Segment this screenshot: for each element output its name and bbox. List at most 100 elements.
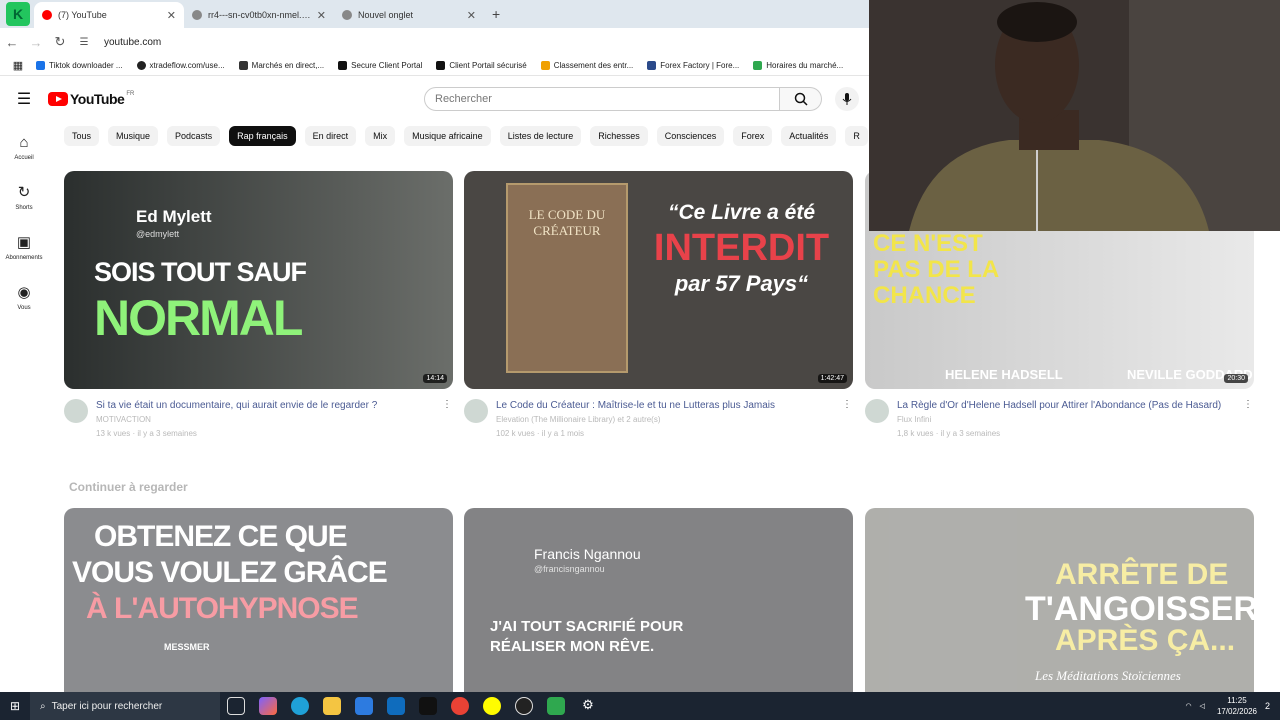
chip-r[interactable]: R (845, 126, 868, 146)
duration-badge: 20:30 (1224, 374, 1248, 383)
thumbnail-text: Ed Mylett (136, 207, 212, 226)
video-title[interactable]: Si ta vie était un documentaire, qui aur… (96, 399, 441, 413)
windows-start-icon[interactable]: ⊞ (0, 699, 30, 713)
notification-badge[interactable]: 2 (1265, 701, 1270, 711)
snapchat-icon[interactable] (483, 697, 501, 715)
thumbnail-text: ARRÊTE DE (1055, 558, 1229, 591)
edge-icon[interactable] (291, 697, 309, 715)
chip-forex[interactable]: Forex (733, 126, 773, 146)
video-card[interactable]: Francis Ngannou @francisngannou J'AI TOU… (464, 508, 853, 693)
search-button[interactable] (780, 87, 822, 111)
obs-icon[interactable] (515, 697, 533, 715)
url-field[interactable]: youtube.com (104, 37, 161, 48)
tiktok-icon[interactable] (419, 697, 437, 715)
sidebar-label: Abonnements (5, 255, 43, 261)
hamburger-menu-icon[interactable]: ☰ (0, 89, 48, 109)
sidebar-label: Shorts (15, 205, 33, 211)
search-icon: ⌕ (40, 700, 46, 712)
mini-sidebar: ⌂ Accueil ↻ Shorts ▣ Abonnements ◉ Vous (0, 122, 48, 322)
video-card[interactable]: ARRÊTE DE T'ANGOISSER APRÈS ÇA... Les Mé… (865, 508, 1254, 693)
home-icon: ⌂ (19, 133, 29, 151)
video-thumbnail[interactable]: LE CODE DU CRÉATEUR “Ce Livre a été INTE… (464, 171, 853, 389)
video-title[interactable]: La Règle d'Or d'Helene Hadsell pour Atti… (897, 399, 1242, 413)
store-icon[interactable] (355, 697, 373, 715)
video-thumbnail[interactable]: ARRÊTE DE T'ANGOISSER APRÈS ÇA... Les Mé… (865, 508, 1254, 693)
channel-name[interactable]: MOTIVACTION (96, 413, 441, 427)
chip-podcasts[interactable]: Podcasts (167, 126, 221, 146)
back-icon[interactable]: ← (0, 35, 24, 50)
channel-avatar[interactable] (464, 399, 488, 423)
thumbnail-text: NORMAL (94, 290, 303, 346)
close-tab-icon[interactable]: ✕ (317, 9, 326, 22)
video-card[interactable]: LE CODE DU CRÉATEUR “Ce Livre a été INTE… (464, 171, 853, 441)
forward-icon[interactable]: → (24, 35, 48, 50)
bookmark-icon (753, 61, 763, 70)
close-tab-icon[interactable]: ✕ (167, 9, 176, 22)
bookmark[interactable]: Forex Factory | Fore... (647, 61, 739, 70)
channel-name[interactable]: Flux Infini (897, 413, 1242, 427)
close-tab-icon[interactable]: ✕ (467, 9, 476, 22)
sidebar-item-home[interactable]: ⌂ Accueil (0, 122, 48, 172)
bookmark[interactable]: xtradeflow.com/use... (136, 61, 225, 70)
bookmark[interactable]: Secure Client Portal (338, 61, 422, 70)
system-tray: ◠ ◁ 11:25 17/02/2026 2 (1181, 695, 1280, 717)
settings-icon[interactable]: ⚙ (579, 697, 597, 715)
more-options-icon[interactable]: ⋮ (441, 399, 453, 441)
search-input[interactable]: Rechercher (424, 87, 780, 111)
camtasia-icon[interactable] (547, 697, 565, 715)
taskbar-search[interactable]: ⌕ Taper ici pour rechercher (30, 692, 220, 720)
task-view-icon[interactable] (227, 697, 245, 715)
sidebar-item-you[interactable]: ◉ Vous (0, 272, 48, 322)
new-tab-button[interactable]: + (492, 6, 500, 22)
chip-musique[interactable]: Musique (108, 126, 159, 146)
file-explorer-icon[interactable] (323, 697, 341, 715)
chip-richesses[interactable]: Richesses (590, 126, 648, 146)
tab-googlevideo[interactable]: rr4---sn-cv0tb0xn-nmel.googlevideo.com ✕ (184, 2, 334, 28)
logo-text: YouTube (70, 91, 125, 107)
more-options-icon[interactable]: ⋮ (1242, 399, 1254, 441)
wifi-icon[interactable]: ◠ (1185, 702, 1191, 710)
reload-icon[interactable]: ↻ (48, 34, 72, 50)
copilot-icon[interactable] (259, 697, 277, 715)
channel-avatar[interactable] (64, 399, 88, 423)
tab-youtube[interactable]: (7) YouTube ✕ (34, 2, 184, 28)
video-title[interactable]: Le Code du Créateur : Maîtrise-le et tu … (496, 399, 841, 413)
chip-tous[interactable]: Tous (64, 126, 100, 146)
video-stats: 102 k vues · il y a 1 mois (496, 429, 585, 438)
more-options-icon[interactable]: ⋮ (841, 399, 853, 441)
chrome-icon[interactable] (451, 697, 469, 715)
sidebar-item-subscriptions[interactable]: ▣ Abonnements (0, 222, 48, 272)
clock[interactable]: 11:25 17/02/2026 (1217, 695, 1257, 717)
chip-mix[interactable]: Mix (365, 126, 396, 146)
bookmark[interactable]: Horaires du marché... (753, 61, 843, 70)
chip-listes-de-lecture[interactable]: Listes de lecture (499, 126, 582, 146)
bookmark[interactable]: Marchés en direct,... (238, 61, 324, 70)
chip-en-direct[interactable]: En direct (304, 126, 357, 146)
video-card[interactable]: Ed Mylett @edmylett SOIS TOUT SAUF NORMA… (64, 171, 453, 441)
bookmark[interactable]: Client Portail sécurisé (436, 61, 527, 70)
chip-consciences[interactable]: Consciences (656, 126, 725, 146)
video-thumbnail[interactable]: Ed Mylett @edmylett SOIS TOUT SAUF NORMA… (64, 171, 453, 389)
chip-rap-francais[interactable]: Rap français (229, 126, 296, 146)
video-thumbnail[interactable]: Francis Ngannou @francisngannou J'AI TOU… (464, 508, 853, 693)
video-thumbnail[interactable]: OBTENEZ CE QUE VOUS VOULEZ GRÂCE À L'AUT… (64, 508, 453, 693)
video-stats: 1,8 k vues · il y a 3 semaines (897, 429, 1001, 438)
channel-name[interactable]: Elevation (The Millionaire Library) et 2… (496, 413, 841, 427)
voice-search-button[interactable] (835, 87, 859, 111)
extension-icon[interactable]: K (6, 2, 30, 26)
thumbnail-text: Francis Ngannou (534, 546, 641, 562)
site-info-icon[interactable]: ☰ (72, 37, 96, 48)
tab-new[interactable]: Nouvel onglet ✕ (334, 2, 484, 28)
thumbnail-text: SOIS TOUT SAUF (94, 257, 307, 287)
video-card[interactable]: OBTENEZ CE QUE VOUS VOULEZ GRÂCE À L'AUT… (64, 508, 453, 693)
bookmark[interactable]: Classement des entr... (540, 61, 633, 70)
youtube-logo[interactable]: YouTube FR (48, 91, 134, 107)
apps-icon[interactable]: ▦ (0, 59, 36, 72)
channel-avatar[interactable] (865, 399, 889, 423)
bookmark[interactable]: Tiktok downloader ... (36, 61, 123, 70)
outlook-icon[interactable] (387, 697, 405, 715)
sidebar-item-shorts[interactable]: ↻ Shorts (0, 172, 48, 222)
volume-icon[interactable]: ◁ (1200, 702, 1205, 710)
chip-actualites[interactable]: Actualités (781, 126, 837, 146)
chip-musique-africaine[interactable]: Musique africaine (404, 126, 491, 146)
